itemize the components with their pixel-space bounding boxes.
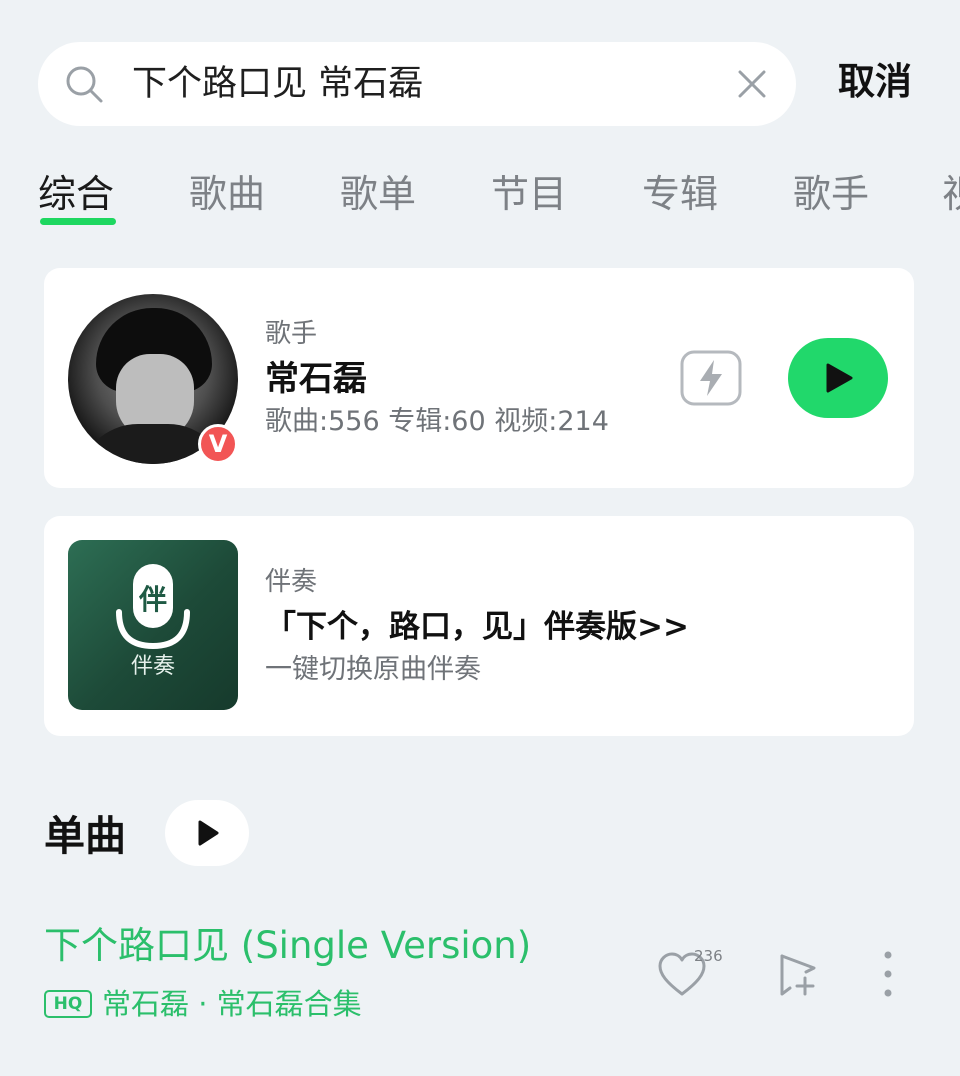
artist-stats: 歌曲:556 专辑:60 视频:214: [265, 406, 609, 437]
thumbnail-label: 伴奏: [130, 654, 175, 679]
card-kind-label: 伴奏: [265, 567, 318, 597]
like-count: 236: [694, 947, 723, 965]
tab-albums[interactable]: 专辑: [642, 168, 718, 220]
result-tabs: 综合 歌曲 歌单 节目 专辑 歌手 视: [0, 164, 960, 234]
clear-icon[interactable]: [734, 66, 770, 102]
accompaniment-thumbnail: 伴 伴奏: [68, 540, 238, 710]
tab-playlists[interactable]: 歌单: [340, 168, 416, 220]
tab-programs[interactable]: 节目: [491, 168, 567, 220]
tab-videos[interactable]: 视: [942, 168, 960, 220]
artist-name: 常石磊: [265, 359, 367, 399]
accompaniment-card[interactable]: 伴 伴奏 伴奏 「下个，路口，见」伴奏版>> 一键切换原曲伴奏: [44, 516, 914, 736]
artist-play-button[interactable]: [788, 338, 888, 418]
accompaniment-title[interactable]: 「下个，路口，见」伴奏版>>: [265, 604, 689, 650]
verified-badge-icon: V: [198, 424, 238, 464]
card-kind-label: 歌手: [265, 319, 318, 349]
tab-all[interactable]: 综合: [38, 168, 114, 220]
add-to-playlist-icon[interactable]: [776, 952, 824, 998]
lightning-icon[interactable]: [680, 350, 742, 406]
more-vertical-icon[interactable]: [878, 948, 898, 1000]
play-icon: [198, 820, 219, 846]
song-title[interactable]: 下个路口见 (Single Version): [44, 920, 531, 972]
active-tab-indicator: [40, 218, 116, 225]
search-icon: [66, 66, 103, 103]
hq-badge: HQ: [44, 990, 92, 1018]
play-icon: [826, 363, 853, 393]
accompaniment-subtitle: 一键切换原曲伴奏: [265, 654, 481, 685]
section-title: 单曲: [44, 812, 126, 860]
play-all-button[interactable]: [165, 800, 249, 866]
microphone-character: 伴: [138, 583, 167, 616]
cancel-button[interactable]: 取消: [838, 56, 912, 108]
song-meta: 常石磊 · 常石磊合集: [102, 987, 362, 1021]
search-results-page: 下个路口见 常石磊 取消 综合 歌曲 歌单 节目 专辑 歌手 视 V 歌手 常石…: [0, 0, 960, 1076]
search-bar[interactable]: 下个路口见 常石磊: [38, 42, 796, 126]
tab-songs[interactable]: 歌曲: [189, 168, 265, 220]
search-input[interactable]: 下个路口见 常石磊: [132, 60, 423, 108]
artist-card[interactable]: V 歌手 常石磊 歌曲:556 专辑:60 视频:214: [44, 268, 914, 488]
tab-artists[interactable]: 歌手: [793, 168, 869, 220]
